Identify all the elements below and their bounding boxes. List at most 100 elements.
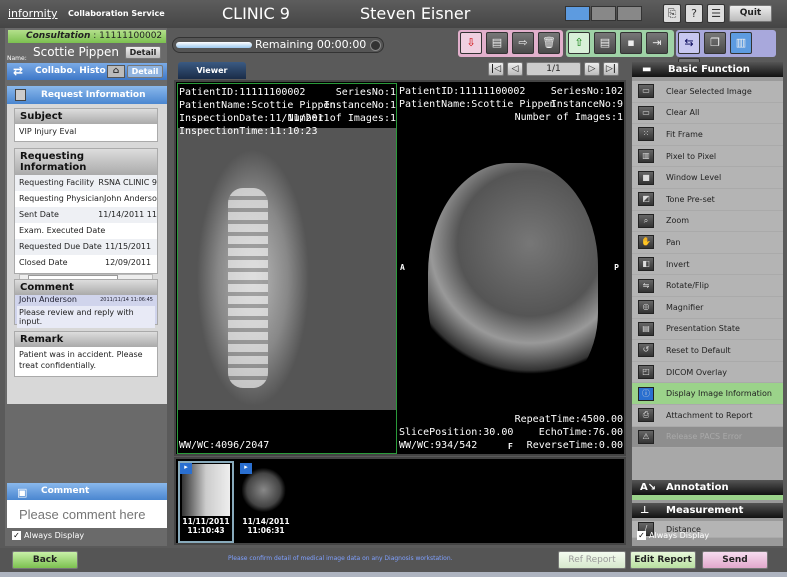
comment-input[interactable]	[7, 500, 167, 528]
patient-detail-button[interactable]: Detail	[125, 46, 161, 59]
layout-stack-button[interactable]	[591, 6, 616, 21]
first-page-icon[interactable]: |◁	[488, 62, 504, 76]
function-dicom-overlay[interactable]: ◰ DICOM Overlay	[632, 361, 783, 384]
row-value: John Anderson	[104, 194, 157, 203]
thumbnail[interactable]: ▸ 11/14/2011 11:06:31	[238, 461, 294, 543]
delete-icon[interactable]: 🗑	[538, 32, 560, 54]
function-rotate-flip[interactable]: ⇋ Rotate/Flip	[632, 275, 783, 297]
series-icon: ▸	[240, 463, 252, 474]
folder-user-icon[interactable]: ▤	[594, 32, 616, 54]
always-display-checkbox-right[interactable]: ✓ Always Display	[637, 531, 709, 540]
patient-name: Scottie Pippen	[33, 45, 120, 59]
home-icon[interactable]: ⌂	[107, 65, 125, 78]
send-button[interactable]: Send	[702, 551, 768, 569]
cascade-icon[interactable]: ❐	[704, 32, 726, 54]
subject-panel: Subject VIP Injury Eval	[14, 108, 158, 142]
function-clear-all[interactable]: ▭ Clear All	[632, 102, 783, 125]
history-detail-button[interactable]: Detail	[127, 65, 163, 78]
checkbox-icon[interactable]: ✓	[12, 531, 21, 540]
upload-icon[interactable]: ⇧	[568, 32, 590, 54]
function-zoom[interactable]: ⌕ Zoom	[632, 210, 783, 233]
name-label: Name:	[7, 55, 27, 62]
always-display-label: Always Display	[649, 531, 710, 540]
requesting-row: Exam. Executed Date	[15, 223, 157, 239]
open-folder-icon[interactable]: ▤	[486, 32, 508, 54]
title-bar: informity Collaboration Service CLINIC 9…	[0, 0, 787, 28]
network-icon[interactable]: ⎘	[663, 4, 681, 23]
reset-to-default-icon: ↺	[638, 343, 654, 358]
measurement-header[interactable]: ⊥ Measurement	[632, 503, 783, 519]
checkbox-icon[interactable]: ✓	[637, 531, 646, 540]
download-icon[interactable]: ⇩	[460, 32, 482, 54]
rotate-flip-icon: ⇋	[638, 278, 654, 293]
always-display-checkbox-left[interactable]: ✓ Always Display	[12, 531, 84, 540]
requesting-row: Requested Due Date 11/15/2011	[15, 239, 157, 255]
ref-report-button[interactable]: Ref Report	[558, 551, 626, 569]
annotation-header[interactable]: A↘ Annotation	[632, 480, 783, 496]
overlay-text: WW/WC:934/542	[399, 440, 478, 451]
swap-layout-icon[interactable]: ⇆	[678, 32, 700, 54]
help-icon[interactable]: ?	[685, 4, 703, 23]
viewer-pane-mri[interactable]: PatientID:11111100002 PatientName:Scottie…	[398, 83, 623, 454]
thumbnail[interactable]: ▸ 11/11/2011 11:10:43	[178, 461, 234, 543]
tab-viewer[interactable]: Viewer	[178, 62, 246, 79]
next-page-icon[interactable]: ▷	[584, 62, 600, 76]
edit-report-button[interactable]: Edit Report	[630, 551, 696, 569]
clear-selected-image-icon: ▭	[638, 84, 654, 99]
function-display-image-information[interactable]: ⓘ Display Image Information	[632, 383, 783, 405]
function-clear-selected-image[interactable]: ▭ Clear Selected Image	[632, 81, 783, 103]
row-value: 11/14/2011 11	[98, 210, 157, 219]
thumbnail-date: 11/14/2011	[242, 517, 290, 526]
function-label: DICOM Overlay	[666, 367, 727, 377]
function-presentation-state[interactable]: ▤ Presentation State	[632, 318, 783, 341]
window-level-icon: ■	[638, 170, 654, 185]
logo: informity	[8, 7, 58, 20]
transfer-icon[interactable]: ⇨	[512, 32, 534, 54]
viewer-pane-xray[interactable]: PatientID:11111100002 PatientName:Scottie…	[177, 83, 397, 454]
last-page-icon[interactable]: ▷|	[603, 62, 619, 76]
comment-title: Comment	[15, 280, 157, 295]
function-pan[interactable]: ✋ Pan	[632, 232, 783, 254]
function-fit-frame[interactable]: ⁙ Fit Frame	[632, 124, 783, 146]
annotation-icon: A↘	[640, 482, 657, 494]
function-tone-pre-set[interactable]: ◩ Tone Pre-set	[632, 188, 783, 211]
requesting-title: Requesting Information	[15, 149, 157, 175]
function-release-pacs-error[interactable]: ⚠ Release PACS Error	[632, 426, 783, 449]
function-label: Release PACS Error	[666, 432, 743, 442]
requesting-row: Requesting Physician John Anderson	[15, 191, 157, 207]
thumbnail-time: 11:06:31	[247, 526, 285, 535]
layout-single-button[interactable]	[565, 6, 590, 21]
layout-split-button[interactable]	[617, 6, 642, 21]
function-label: Fit Frame	[666, 129, 703, 139]
row-value: RSNA CLINIC 9	[98, 178, 157, 187]
function-reset-to-default[interactable]: ↺ Reset to Default	[632, 340, 783, 362]
basic-function-title: Basic Function	[668, 64, 750, 75]
function-label: Invert	[666, 259, 690, 269]
dicom-overlay-icon: ◰	[638, 365, 654, 380]
save-icon[interactable]: ▪	[620, 32, 642, 54]
consultation-id: : 11111100002	[93, 31, 163, 41]
stop-icon[interactable]	[370, 40, 381, 51]
settings-icon[interactable]: ☰	[707, 4, 725, 23]
prev-page-icon[interactable]: ◁	[507, 62, 523, 76]
toolbar-group-export: ⇧ ▤ ▪ ⇥	[566, 30, 674, 57]
overlay-text: RepeatTime:4500.00	[514, 414, 623, 425]
function-label: Magnifier	[666, 302, 704, 312]
remaining-time-text: Remaining 00:00:00	[255, 38, 367, 51]
function-magnifier[interactable]: ◎ Magnifier	[632, 296, 783, 319]
comment-box-title: Comment	[41, 486, 90, 496]
function-attachment-to-report[interactable]: ⎙ Attachment to Report	[632, 404, 783, 427]
overlay-text: EchoTime:76.00	[538, 427, 623, 438]
function-invert[interactable]: ◧ Invert	[632, 253, 783, 276]
function-label: Window Level	[666, 173, 722, 183]
export-icon[interactable]: ⇥	[646, 32, 668, 54]
collabo-history-button[interactable]: ⇄ Collabo. Histo ⌂ Detail	[7, 63, 167, 80]
overlay-text: SeriesNo:1	[335, 87, 396, 98]
service-name: Collaboration Service	[68, 9, 165, 18]
layout-1x2-icon[interactable]: ▥	[730, 32, 752, 54]
quit-button[interactable]: Quit	[729, 5, 772, 22]
function-pixel-to-pixel[interactable]: ▥ Pixel to Pixel	[632, 145, 783, 168]
back-button[interactable]: Back	[12, 551, 78, 569]
function-window-level[interactable]: ■ Window Level	[632, 167, 783, 189]
release-pacs-error-icon: ⚠	[638, 429, 654, 444]
